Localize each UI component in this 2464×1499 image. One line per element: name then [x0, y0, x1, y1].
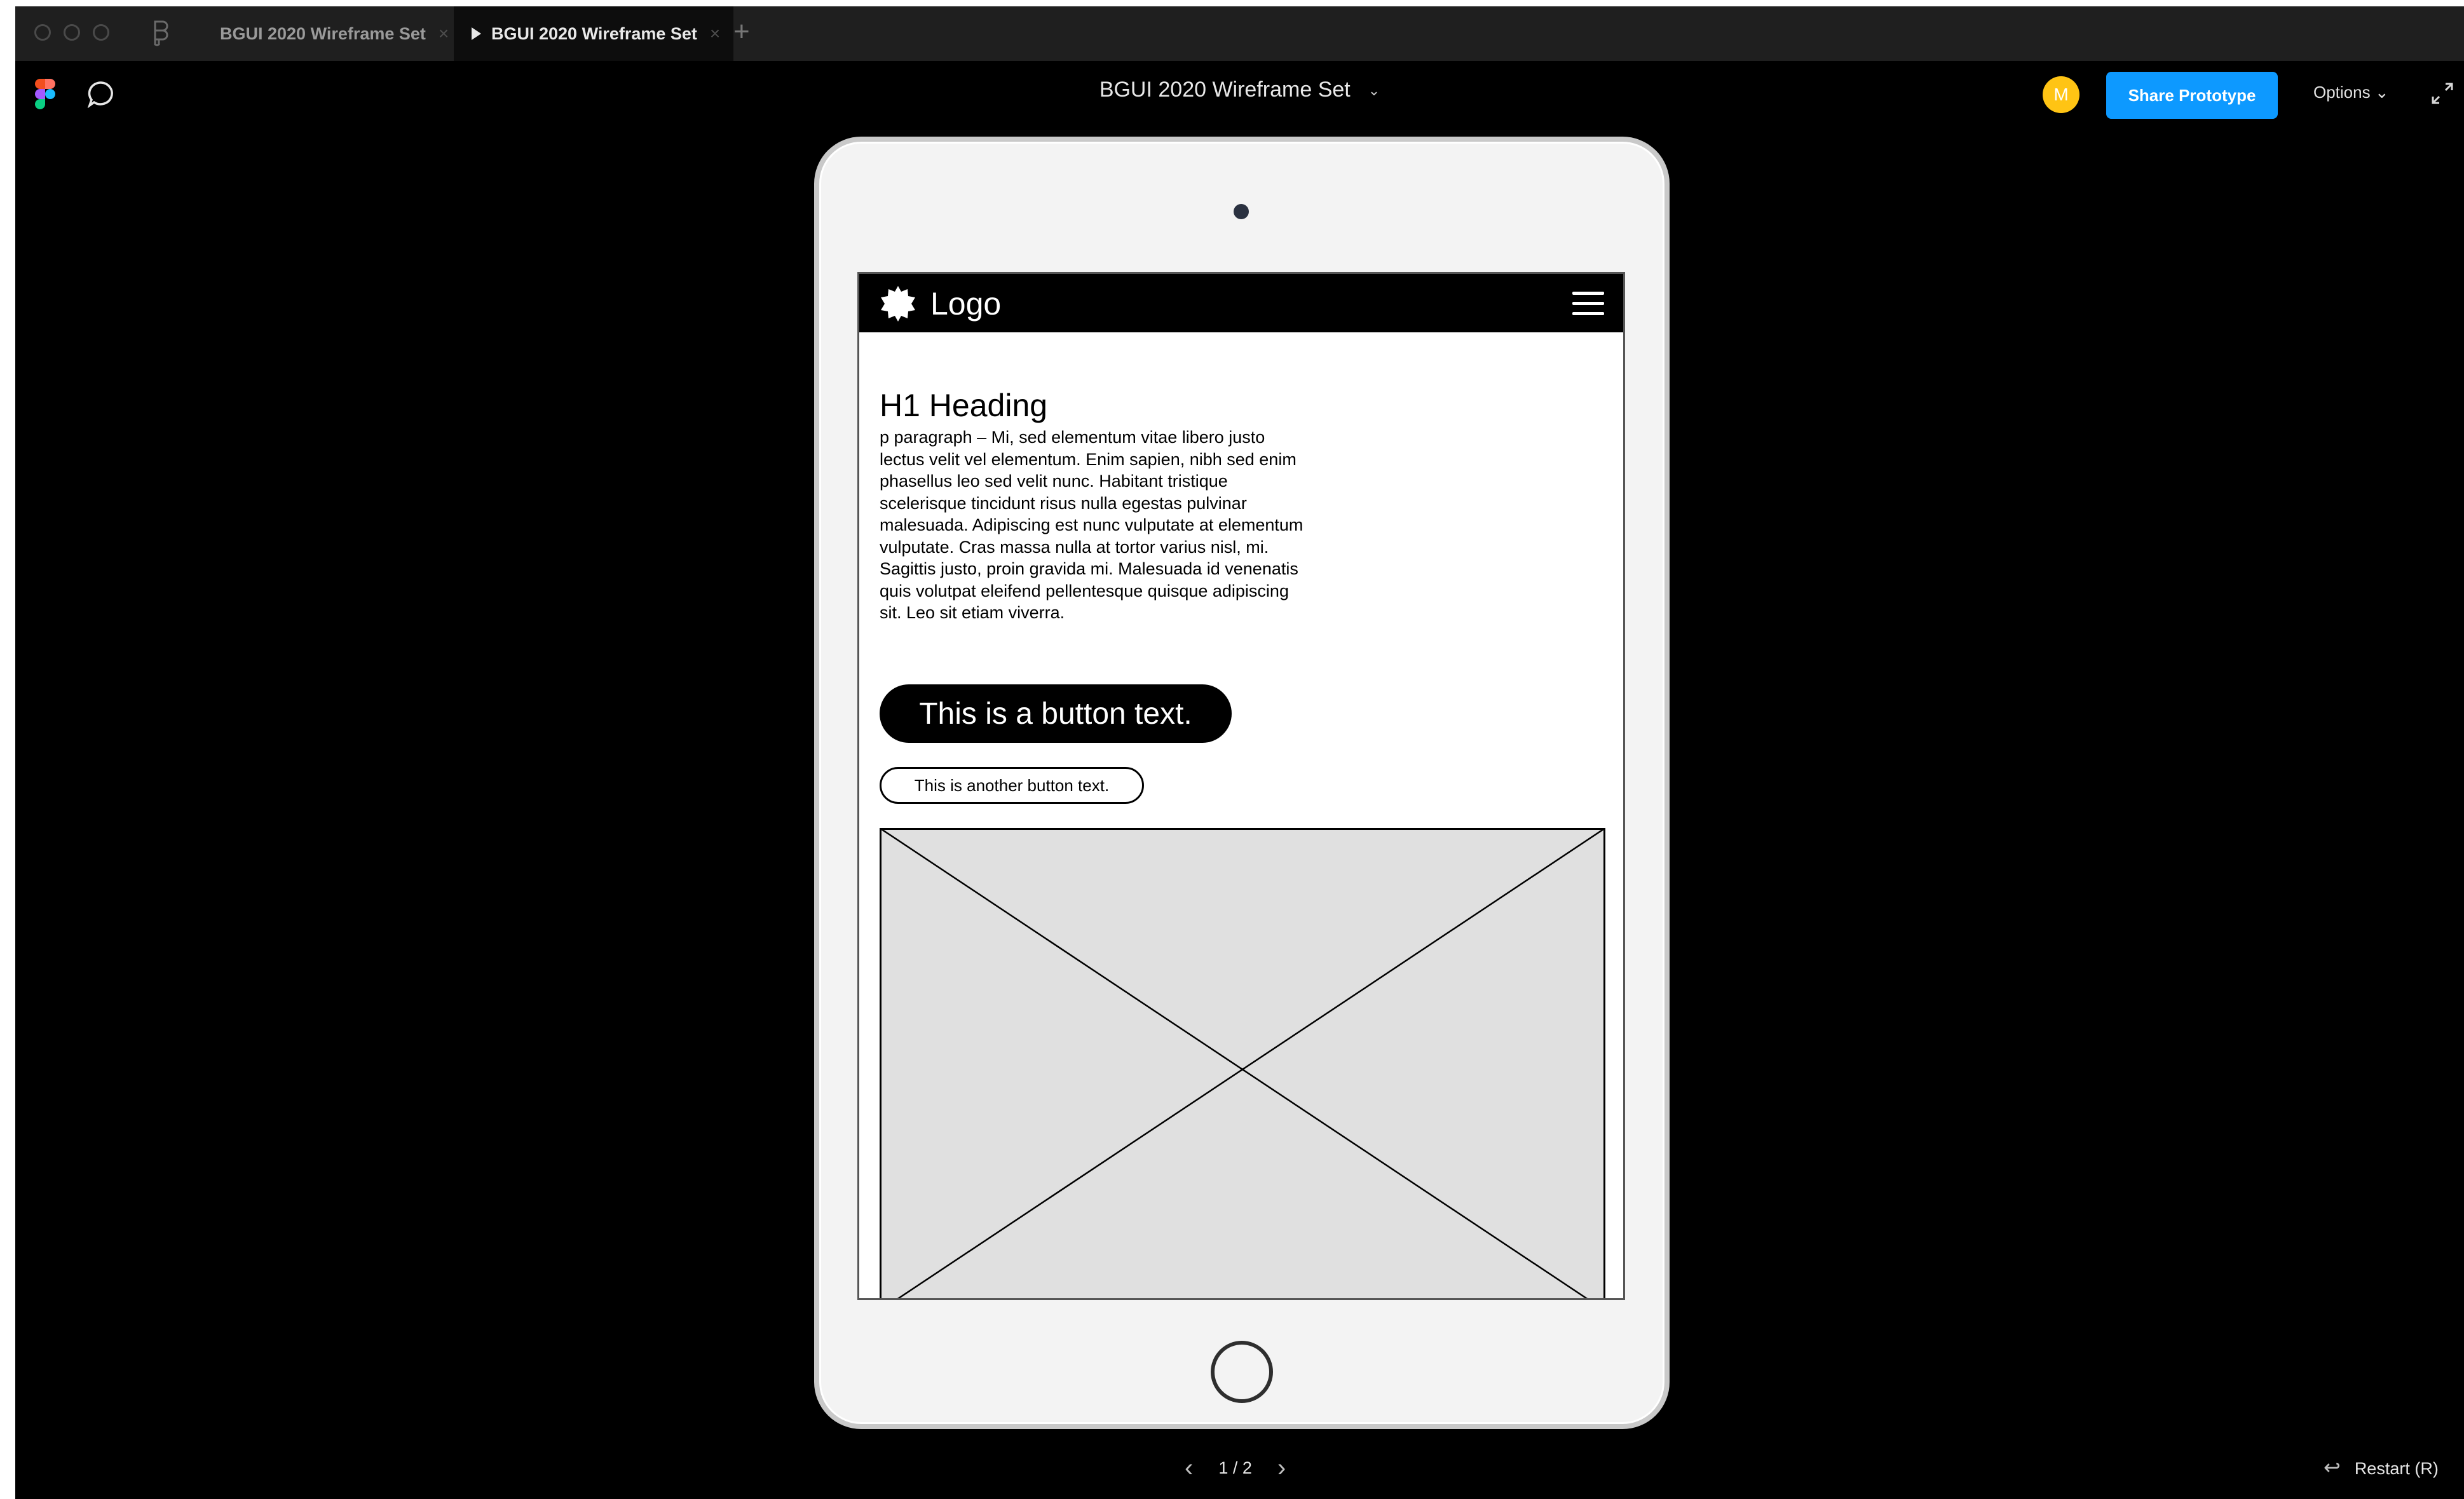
secondary-button[interactable]: This is another button text. [880, 767, 1144, 804]
next-frame-button[interactable]: › [1277, 1454, 1286, 1482]
tab-close-icon[interactable]: × [439, 24, 449, 44]
frame-pager: ‹ 1 / 2 › [1185, 1454, 1286, 1482]
avatar[interactable]: M [2043, 76, 2079, 113]
new-tab-button[interactable]: + [733, 18, 750, 46]
window-minimize-dot[interactable] [64, 24, 80, 41]
image-placeholder-icon [880, 828, 1605, 1298]
share-prototype-button[interactable]: Share Prototype [2106, 72, 2278, 119]
primary-button[interactable]: This is a button text. [880, 684, 1232, 743]
tab-close-icon[interactable]: × [710, 24, 720, 44]
logo-text[interactable]: Logo [930, 285, 1001, 322]
window-zoom-dot[interactable] [93, 24, 109, 41]
figma-menu-icon[interactable] [150, 19, 175, 47]
page-heading: H1 Heading [880, 388, 1048, 423]
fullscreen-icon[interactable] [2430, 81, 2454, 105]
figma-prototype-window: BGUI 2020 Wireframe Set × BGUI 2020 Wire… [15, 6, 2464, 1499]
options-menu-button[interactable]: Options ⌄ [2313, 83, 2389, 102]
tab-file-2[interactable]: BGUI 2020 Wireframe Set × [454, 6, 733, 61]
prototype-screen: Logo H1 Heading p paragraph – Mi, sed el… [857, 272, 1625, 1300]
title-bar: BGUI 2020 Wireframe Set × BGUI 2020 Wire… [15, 6, 2464, 61]
previous-frame-button[interactable]: ‹ [1185, 1454, 1193, 1482]
restart-label: Restart (R) [2354, 1459, 2439, 1478]
front-camera [1234, 204, 1249, 219]
restart-arrow-icon: ↩ [2324, 1456, 2341, 1479]
prototype-toolbar: BGUI 2020 Wireframe Set ⌄ M Share Prototy… [15, 61, 2464, 131]
tab-label: BGUI 2020 Wireframe Set [220, 24, 426, 43]
document-title-text: BGUI 2020 Wireframe Set [1099, 78, 1351, 102]
play-icon [472, 27, 481, 40]
document-title[interactable]: BGUI 2020 Wireframe Set ⌄ [15, 78, 2464, 102]
window-close-dot[interactable] [34, 24, 51, 41]
logo-mark-icon [881, 286, 915, 322]
hamburger-menu-icon[interactable] [1572, 292, 1604, 317]
restart-button[interactable]: ↩ Restart (R) [2324, 1455, 2439, 1479]
body-paragraph: p paragraph – Mi, sed elementum vitae li… [880, 428, 1303, 622]
frame-counter: 1 / 2 [1218, 1458, 1252, 1477]
tab-file-1[interactable]: BGUI 2020 Wireframe Set × [206, 6, 454, 61]
tab-label: BGUI 2020 Wireframe Set [491, 24, 697, 43]
chevron-down-icon: ⌄ [1368, 83, 1380, 99]
home-button[interactable] [1211, 1341, 1273, 1403]
site-navbar: Logo [859, 274, 1623, 332]
